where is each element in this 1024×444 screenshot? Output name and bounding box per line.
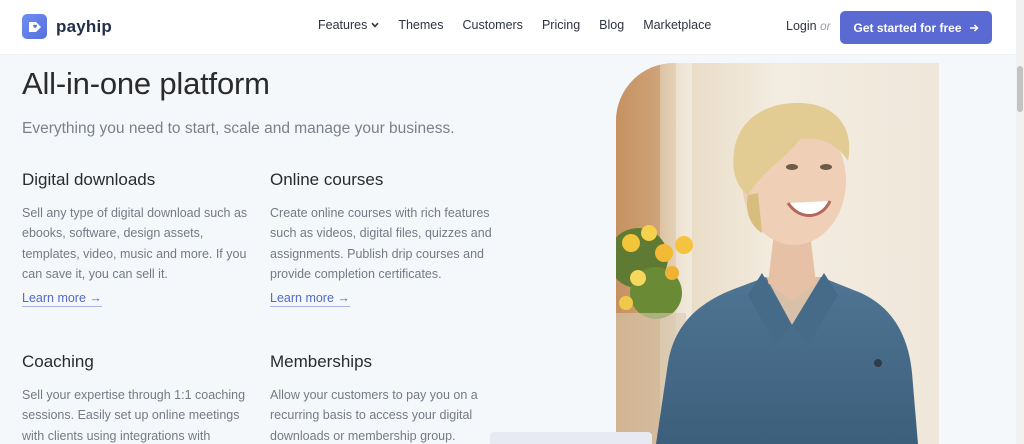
nav-themes[interactable]: Themes bbox=[398, 18, 443, 32]
arrow-right-icon bbox=[969, 23, 979, 32]
feature-memberships: Memberships Allow your customers to pay … bbox=[270, 352, 500, 444]
main-nav: Features Themes Customers Pricing Blog M… bbox=[318, 18, 730, 32]
feature-title: Online courses bbox=[270, 170, 384, 189]
feature-digital-downloads: Digital downloads Sell any type of digit… bbox=[22, 170, 252, 285]
learn-more-online-courses[interactable]: Learn more → bbox=[270, 291, 350, 307]
learn-more-digital-downloads[interactable]: Learn more → bbox=[22, 291, 102, 307]
nav-customers[interactable]: Customers bbox=[463, 18, 523, 32]
feature-coaching: Coaching Sell your expertise through 1:1… bbox=[22, 352, 252, 444]
login-link[interactable]: Login bbox=[786, 19, 817, 33]
chevron-down-icon bbox=[371, 22, 379, 28]
logo[interactable]: payhip bbox=[22, 14, 112, 39]
cta-label: Get started for free bbox=[853, 20, 962, 35]
nav-marketplace[interactable]: Marketplace bbox=[643, 18, 711, 32]
feature-description: Sell your expertise through 1:1 coaching… bbox=[22, 388, 246, 443]
nav-blog[interactable]: Blog bbox=[599, 18, 624, 32]
feature-description: Sell any type of digital download such a… bbox=[22, 206, 248, 282]
feature-title: Memberships bbox=[270, 352, 373, 371]
nav-label: Features bbox=[318, 18, 368, 32]
feature-title: Digital downloads bbox=[22, 170, 156, 189]
hero-photo bbox=[616, 63, 939, 444]
or-text: or bbox=[820, 19, 831, 33]
nav-pricing[interactable]: Pricing bbox=[542, 18, 580, 32]
feature-online-courses: Online courses Create online courses wit… bbox=[270, 170, 500, 285]
feature-description: Allow your customers to pay you on a rec… bbox=[270, 388, 478, 443]
page-title: All-in-one platform bbox=[22, 66, 270, 101]
brand-name: payhip bbox=[56, 16, 112, 36]
tag-heart-icon bbox=[22, 14, 47, 39]
page-subtitle: Everything you need to start, scale and … bbox=[22, 120, 455, 137]
popup-edge bbox=[490, 432, 652, 444]
nav-features[interactable]: Features bbox=[318, 18, 379, 32]
get-started-button[interactable]: Get started for free bbox=[840, 11, 992, 44]
site-header: payhip Features Themes Customers Pricing… bbox=[0, 0, 1016, 55]
feature-title: Coaching bbox=[22, 352, 94, 371]
scrollbar-thumb[interactable] bbox=[1017, 66, 1023, 112]
feature-description: Create online courses with rich features… bbox=[270, 206, 492, 282]
page-scrollbar[interactable] bbox=[1016, 0, 1024, 444]
